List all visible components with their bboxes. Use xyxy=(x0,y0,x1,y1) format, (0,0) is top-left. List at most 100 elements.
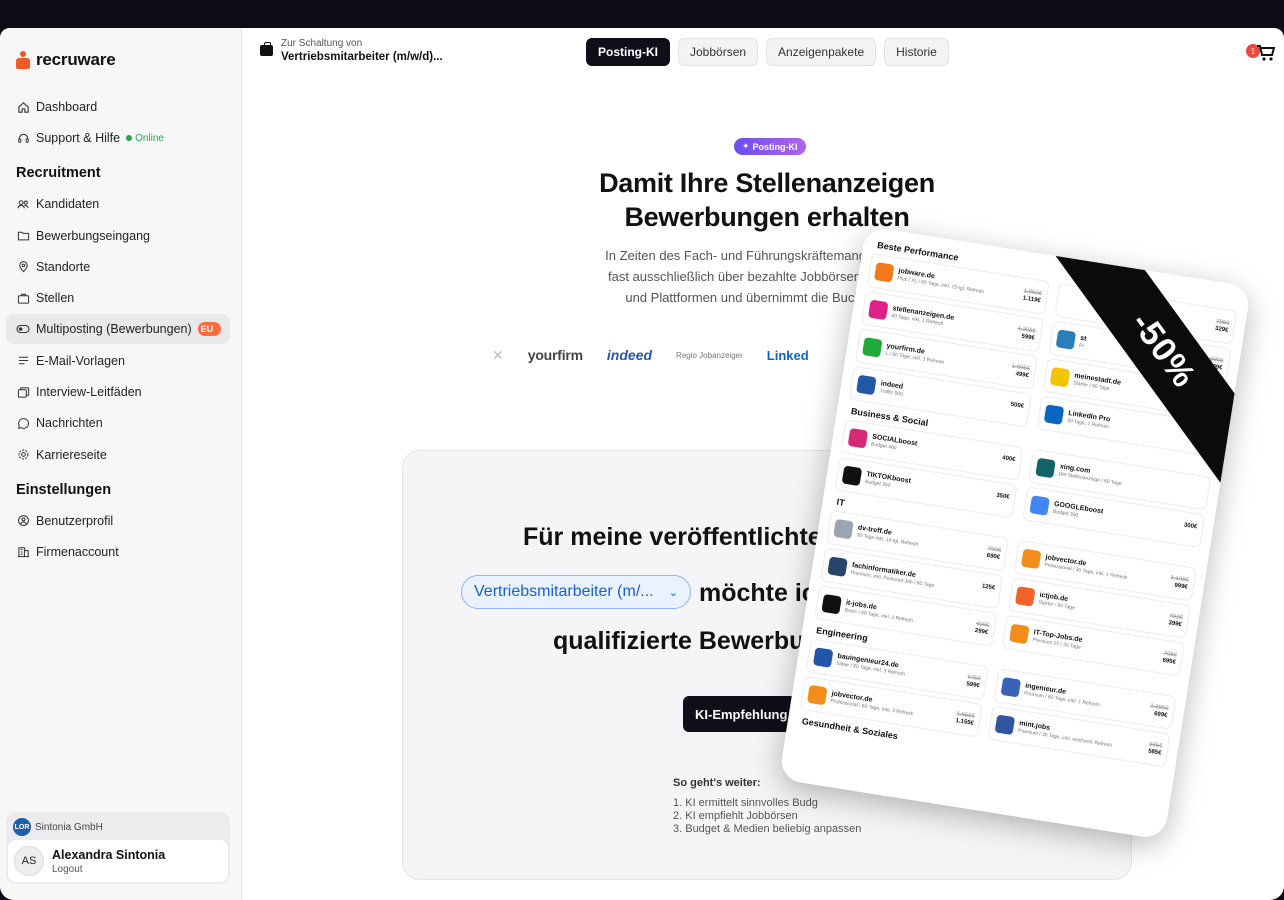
jobboard-logo-icon xyxy=(806,684,828,706)
user-card[interactable]: AS Alexandra Sintonia Logout xyxy=(8,840,228,882)
chat-icon xyxy=(16,416,30,430)
user-settings-icon xyxy=(16,514,30,528)
offer-price: 125€ xyxy=(981,584,995,593)
tab-historie[interactable]: Historie xyxy=(884,38,949,66)
sidebar-item-label: Karriereseite xyxy=(36,447,107,462)
tab-jobboersen[interactable]: Jobbörsen xyxy=(678,38,759,66)
home-icon xyxy=(16,100,30,114)
jobboard-logo-icon xyxy=(873,262,895,283)
sidebar-item-nachrichten[interactable]: Nachrichten xyxy=(6,408,230,438)
briefcase-icon xyxy=(260,42,273,56)
offer-price: 1.195€ 999€ xyxy=(1169,575,1189,592)
offer-price: 400€ xyxy=(1002,455,1016,464)
tab-posting-ki[interactable]: Posting-KI xyxy=(586,38,670,66)
jobboard-logo-icon xyxy=(1035,457,1056,479)
sidebar-item-kandidaten[interactable]: Kandidaten xyxy=(6,189,230,219)
partner-regio: Regio Jobanzeiger xyxy=(676,350,743,360)
online-status-badge: Online xyxy=(126,133,164,144)
step-item: 1. KI ermittelt sinnvolles Budg xyxy=(673,797,818,809)
offer-price: 350€ xyxy=(996,493,1010,502)
topbar: Zur Schaltung von Vertriebsmitarbeiter (… xyxy=(242,28,1284,78)
context-label: Zur Schaltung von xyxy=(281,38,363,49)
offer-price: 1.395€ 599€ xyxy=(1016,326,1036,343)
sidebar-item-label: Firmenaccount xyxy=(36,544,119,559)
sidebar-item-label: Benutzerprofil xyxy=(36,513,114,528)
sidebar-nav: Dashboard Support & Hilfe Online Recruit… xyxy=(6,92,230,568)
tab-bar: Posting-KI Jobbörsen Anzeigenpakete Hist… xyxy=(586,38,949,66)
jobboard-logo-icon xyxy=(994,714,1016,736)
sidebar-item-standorte[interactable]: Standorte xyxy=(6,252,230,282)
job-context[interactable]: Zur Schaltung von Vertriebsmitarbeiter (… xyxy=(260,38,443,63)
folder-user-icon xyxy=(16,229,30,243)
partner-indeed: indeed xyxy=(606,347,653,363)
sidebar-item-label: Kandidaten xyxy=(36,197,100,212)
offer-price: 300€ xyxy=(1183,522,1197,531)
users-icon xyxy=(16,197,30,211)
offer-new-price: 400€ xyxy=(1001,455,1016,464)
offer-price: 499€ 399€ xyxy=(1168,613,1183,629)
prompt-line-3: qualifizierte Bewerbu xyxy=(553,627,805,655)
sidebar-item-dashboard[interactable]: Dashboard xyxy=(6,92,230,122)
sidebar-item-interview-leitfaeden[interactable]: Interview-Leitfäden xyxy=(6,377,230,407)
jobboard-logo-icon xyxy=(833,518,854,540)
offer-price: 795€ 329€ xyxy=(1214,319,1230,335)
map-pin-icon xyxy=(16,260,30,274)
company-logo-icon: LOR xyxy=(13,818,31,836)
sidebar-item-bewerbungseingang[interactable]: Bewerbungseingang xyxy=(6,221,230,251)
recruware-logo-icon xyxy=(16,51,30,69)
sidebar-item-label: Interview-Leitfäden xyxy=(36,385,142,400)
app-window: recruware Dashboard Support & Hilfe Onli… xyxy=(0,28,1284,900)
sidebar-item-stellen[interactable]: Stellen xyxy=(6,283,230,313)
offer-price: 499€ 299€ xyxy=(974,621,989,637)
promo-offer-list: Beste Performance jobware.de Plus / XL / 6… xyxy=(787,226,1251,785)
offer-new-price: 499€ xyxy=(1015,371,1030,380)
offer-new-price: 999€ xyxy=(1173,582,1189,591)
jobboard-logo-icon xyxy=(1055,329,1077,350)
sidebar-item-firmenaccount[interactable]: Firmenaccount xyxy=(6,537,230,567)
sidebar-item-support[interactable]: Support & Hilfe Online xyxy=(6,123,230,153)
brand-logo[interactable]: recruware xyxy=(16,50,116,70)
offer-price: 1.195€ 699€ xyxy=(1148,703,1169,720)
offer-desc: Pr xyxy=(1078,342,1085,350)
company-switcher[interactable]: LOR Sintonia GmbH xyxy=(13,818,103,836)
sidebar: recruware Dashboard Support & Hilfe Onli… xyxy=(0,28,242,900)
sidebar-item-label: Multiposting (Bewerbungen) xyxy=(36,322,192,337)
sidebar-item-multiposting[interactable]: Multiposting (Bewerbungen) EU xyxy=(6,314,230,345)
sidebar-item-email-vorlagen[interactable]: E-Mail-Vorlagen xyxy=(6,346,230,376)
sidebar-item-label: Dashboard xyxy=(36,100,98,114)
offer-new-price: 500€ xyxy=(1010,401,1025,410)
headset-icon xyxy=(16,131,30,145)
sidebar-item-label: E-Mail-Vorlagen xyxy=(36,353,125,368)
partner-linkedin: Linked xyxy=(766,347,809,363)
jobboard-logo-icon xyxy=(841,465,863,487)
jobboard-logo-icon xyxy=(856,374,877,396)
sidebar-item-label: Bewerbungseingang xyxy=(36,228,150,243)
logout-link[interactable]: Logout xyxy=(52,864,165,875)
offer-new-price: 599€ xyxy=(965,681,981,690)
sidebar-item-karriereseite[interactable]: Karriereseite xyxy=(6,440,230,470)
step-item: 3. Budget & Medien beliebig anpassen xyxy=(673,823,862,835)
sidebar-item-label: Support & Hilfe xyxy=(36,131,121,146)
offer-price: 500€ xyxy=(1010,402,1024,411)
building-icon xyxy=(16,545,30,559)
job-select[interactable]: Vertriebsmitarbeiter (m/... ⌄ xyxy=(461,575,691,609)
sidebar-item-benutzerprofil[interactable]: Benutzerprofil xyxy=(6,506,230,536)
section-title-recruitment: Recruitment xyxy=(16,165,101,182)
jobboard-logo-icon xyxy=(1014,586,1036,607)
offer-price: 790€ 690€ xyxy=(986,546,1001,562)
jobboard-logo-icon xyxy=(1008,623,1030,645)
offer-new-price: 329€ xyxy=(1214,325,1229,334)
cart-icon[interactable] xyxy=(1256,44,1276,62)
copy-icon xyxy=(16,385,30,399)
toggle-icon xyxy=(16,322,30,336)
user-name: Alexandra Sintonia xyxy=(52,847,166,862)
jobboard-logo-icon xyxy=(847,427,869,449)
offer-price: 795€ 695€ xyxy=(1162,651,1177,667)
offer-new-price: 695€ xyxy=(1162,657,1177,666)
offer-price: 1.555€ 1.155€ xyxy=(955,711,975,728)
partner-logos: ✕ yourfirm indeed Regio Jobanzeiger Link… xyxy=(492,340,872,370)
jobboard-logo-icon xyxy=(1043,404,1065,425)
chevron-down-icon: ⌄ xyxy=(668,586,678,599)
offer-new-price: 699€ xyxy=(1153,711,1168,720)
tab-anzeigenpakete[interactable]: Anzeigenpakete xyxy=(766,38,877,66)
